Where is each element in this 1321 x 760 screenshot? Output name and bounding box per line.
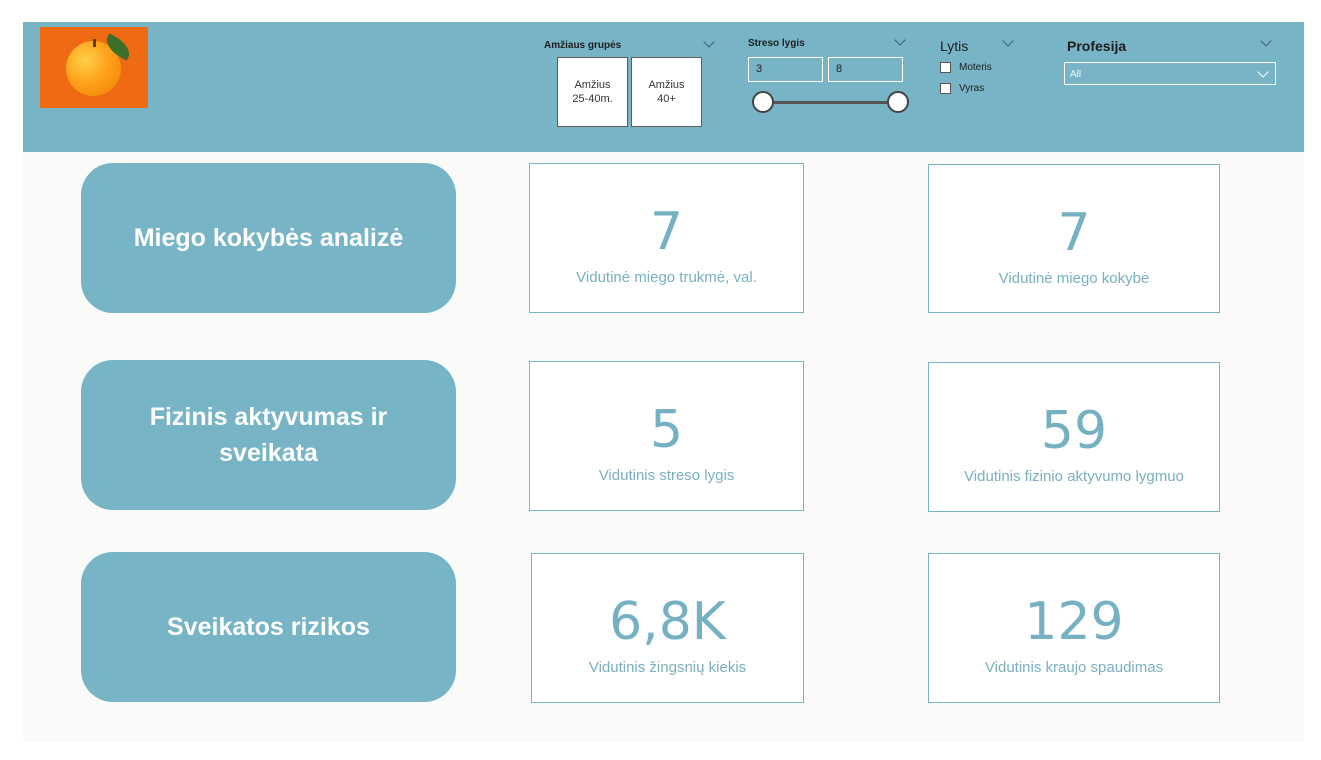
kpi-label: Vidutinė miego kokybė [998, 270, 1150, 287]
kpi-card-physical-activity[interactable]: 59 Vidutinis fizinio aktyvumo lygmuo [928, 362, 1220, 512]
age-group-tile-25-40[interactable]: Amžius 25-40m. [557, 57, 628, 127]
kpi-card-sleep-duration[interactable]: 7 Vidutinė miego trukmė, val. [529, 163, 804, 313]
nav-button-health-risks[interactable]: Sveikatos rizikos [81, 552, 456, 702]
nav-button-label: Miego kokybės analizė [133, 224, 404, 252]
kpi-value: 6,8K [609, 592, 726, 652]
kpi-label: Vidutinis streso lygis [598, 467, 735, 484]
checkbox[interactable] [940, 62, 951, 73]
kpi-label: Vidutinė miego trukmė, val. [576, 269, 757, 286]
profession-slicer-title: Profesija [1067, 38, 1127, 54]
stress-range-track[interactable] [762, 101, 899, 104]
chevron-down-icon [1257, 66, 1269, 78]
profession-selected-value: All [1070, 69, 1082, 80]
kpi-value: 5 [649, 400, 684, 460]
gender-option-female[interactable]: Moteris [940, 62, 992, 73]
stress-max-handle[interactable] [887, 91, 909, 113]
orange-logo-image [40, 27, 148, 108]
kpi-label: Vidutinis fizinio aktyvumo lygmuo [964, 468, 1184, 485]
nav-button-physical-activity[interactable]: Fizinis aktyvumas ir sveikata [81, 360, 456, 510]
stem-icon [93, 39, 96, 47]
kpi-label: Vidutinis žingsnių kiekis [588, 659, 747, 676]
kpi-label: Vidutinis kraujo spaudimas [984, 659, 1164, 676]
stress-min-input[interactable]: 3 [748, 57, 823, 82]
gender-option-label: Moteris [959, 62, 992, 73]
kpi-value: 7 [649, 202, 684, 262]
kpi-value: 129 [1024, 592, 1124, 652]
nav-button-sleep-quality[interactable]: Miego kokybės analizė [81, 163, 456, 313]
kpi-value: 7 [1057, 203, 1091, 263]
checkbox[interactable] [940, 83, 951, 94]
gender-option-male[interactable]: Vyras [940, 83, 984, 94]
stress-slicer-title: Streso lygis [748, 38, 805, 49]
nav-button-label: Sveikatos rizikos [167, 613, 370, 641]
gender-slicer-title: Lytis [940, 38, 969, 54]
kpi-card-steps[interactable]: 6,8K Vidutinis žingsnių kiekis [531, 553, 804, 703]
age-group-slicer-title: Amžiaus grupės [544, 40, 622, 51]
kpi-value: 59 [1040, 401, 1108, 461]
nav-button-label: Fizinis aktyvumas ir sveikata [149, 403, 388, 467]
kpi-card-blood-pressure[interactable]: 129 Vidutinis kraujo spaudimas [928, 553, 1220, 703]
stress-min-handle[interactable] [752, 91, 774, 113]
profession-dropdown[interactable]: All [1064, 62, 1276, 85]
kpi-card-stress-level[interactable]: 5 Vidutinis streso lygis [529, 361, 804, 511]
gender-option-label: Vyras [959, 83, 985, 94]
stress-max-input[interactable]: 8 [828, 57, 903, 82]
kpi-card-sleep-quality[interactable]: 7 Vidutinė miego kokybė [928, 164, 1220, 313]
age-group-tile-40-plus[interactable]: Amžius 40+ [631, 57, 702, 127]
